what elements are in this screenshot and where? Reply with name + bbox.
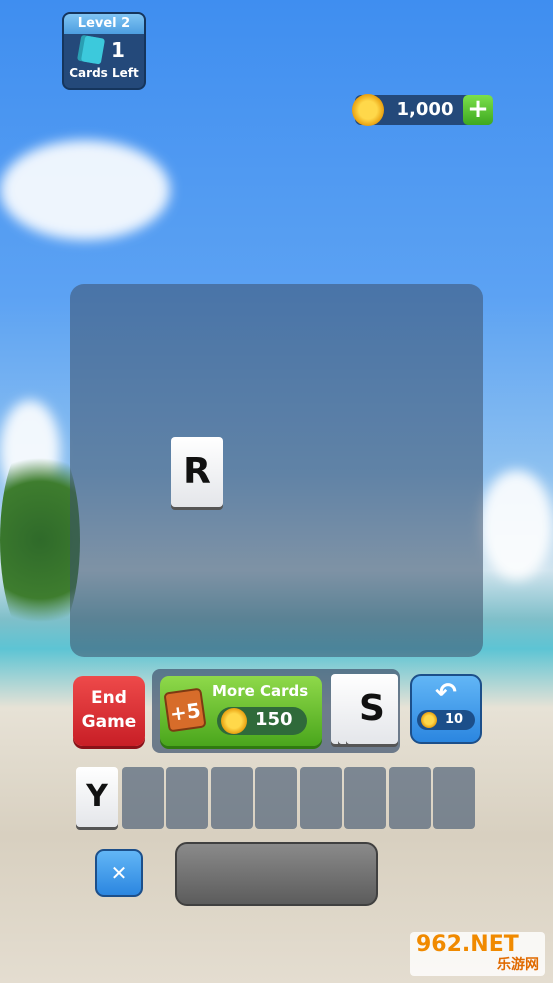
game-board xyxy=(70,284,483,657)
level-panel: Level 2 1 Cards Left xyxy=(62,12,146,90)
word-slot xyxy=(122,767,164,829)
submit-word-button[interactable] xyxy=(175,842,378,906)
word-slot-filled[interactable]: Y xyxy=(76,767,118,827)
clear-cards-icon: ✕ xyxy=(110,861,128,885)
coin-amount: 1,000 xyxy=(396,99,454,120)
word-slot xyxy=(344,767,386,829)
palm-trees xyxy=(0,430,80,650)
price-value: 150 xyxy=(255,709,293,730)
word-slot xyxy=(389,767,431,829)
cloud xyxy=(0,140,170,240)
watermark-logo: 962.NET 乐游网 xyxy=(410,932,545,976)
coin-icon xyxy=(421,712,437,728)
undo-button[interactable]: ↶ 10 xyxy=(410,674,482,744)
add-coins-button[interactable]: + xyxy=(463,95,493,125)
end-game-label: End xyxy=(91,688,127,708)
cards-icon xyxy=(80,35,106,65)
undo-price: 10 xyxy=(417,710,475,730)
clear-word-button[interactable]: ✕ xyxy=(95,849,143,897)
coin-icon xyxy=(221,708,247,734)
more-cards-button[interactable]: +5 More Cards 150 xyxy=(160,676,322,746)
board-tile[interactable]: R xyxy=(171,437,223,507)
watermark-text: 962.NET xyxy=(416,932,519,957)
watermark-sub: 乐游网 xyxy=(497,957,539,973)
word-slot xyxy=(166,767,208,829)
undo-price-value: 10 xyxy=(444,712,464,727)
word-slot xyxy=(255,767,297,829)
cards-left-label: Cards Left xyxy=(69,66,139,80)
more-cards-label: More Cards xyxy=(212,682,309,700)
cards-left-count: 1 xyxy=(111,38,125,62)
deck-top-card[interactable]: S xyxy=(346,674,398,744)
more-cards-price: 150 xyxy=(217,707,307,735)
coin-balance: 1,000 + xyxy=(352,94,493,126)
word-slot xyxy=(211,767,253,829)
cloud xyxy=(480,470,553,580)
word-slot xyxy=(433,767,475,829)
end-game-label: Game xyxy=(81,712,137,732)
undo-icon: ↶ xyxy=(435,678,457,708)
end-game-button[interactable]: End Game xyxy=(73,676,145,746)
level-label: Level 2 xyxy=(64,14,144,34)
coin-icon xyxy=(352,94,384,126)
plus-five-cards-icon: +5 xyxy=(163,687,207,733)
word-slot xyxy=(300,767,342,829)
